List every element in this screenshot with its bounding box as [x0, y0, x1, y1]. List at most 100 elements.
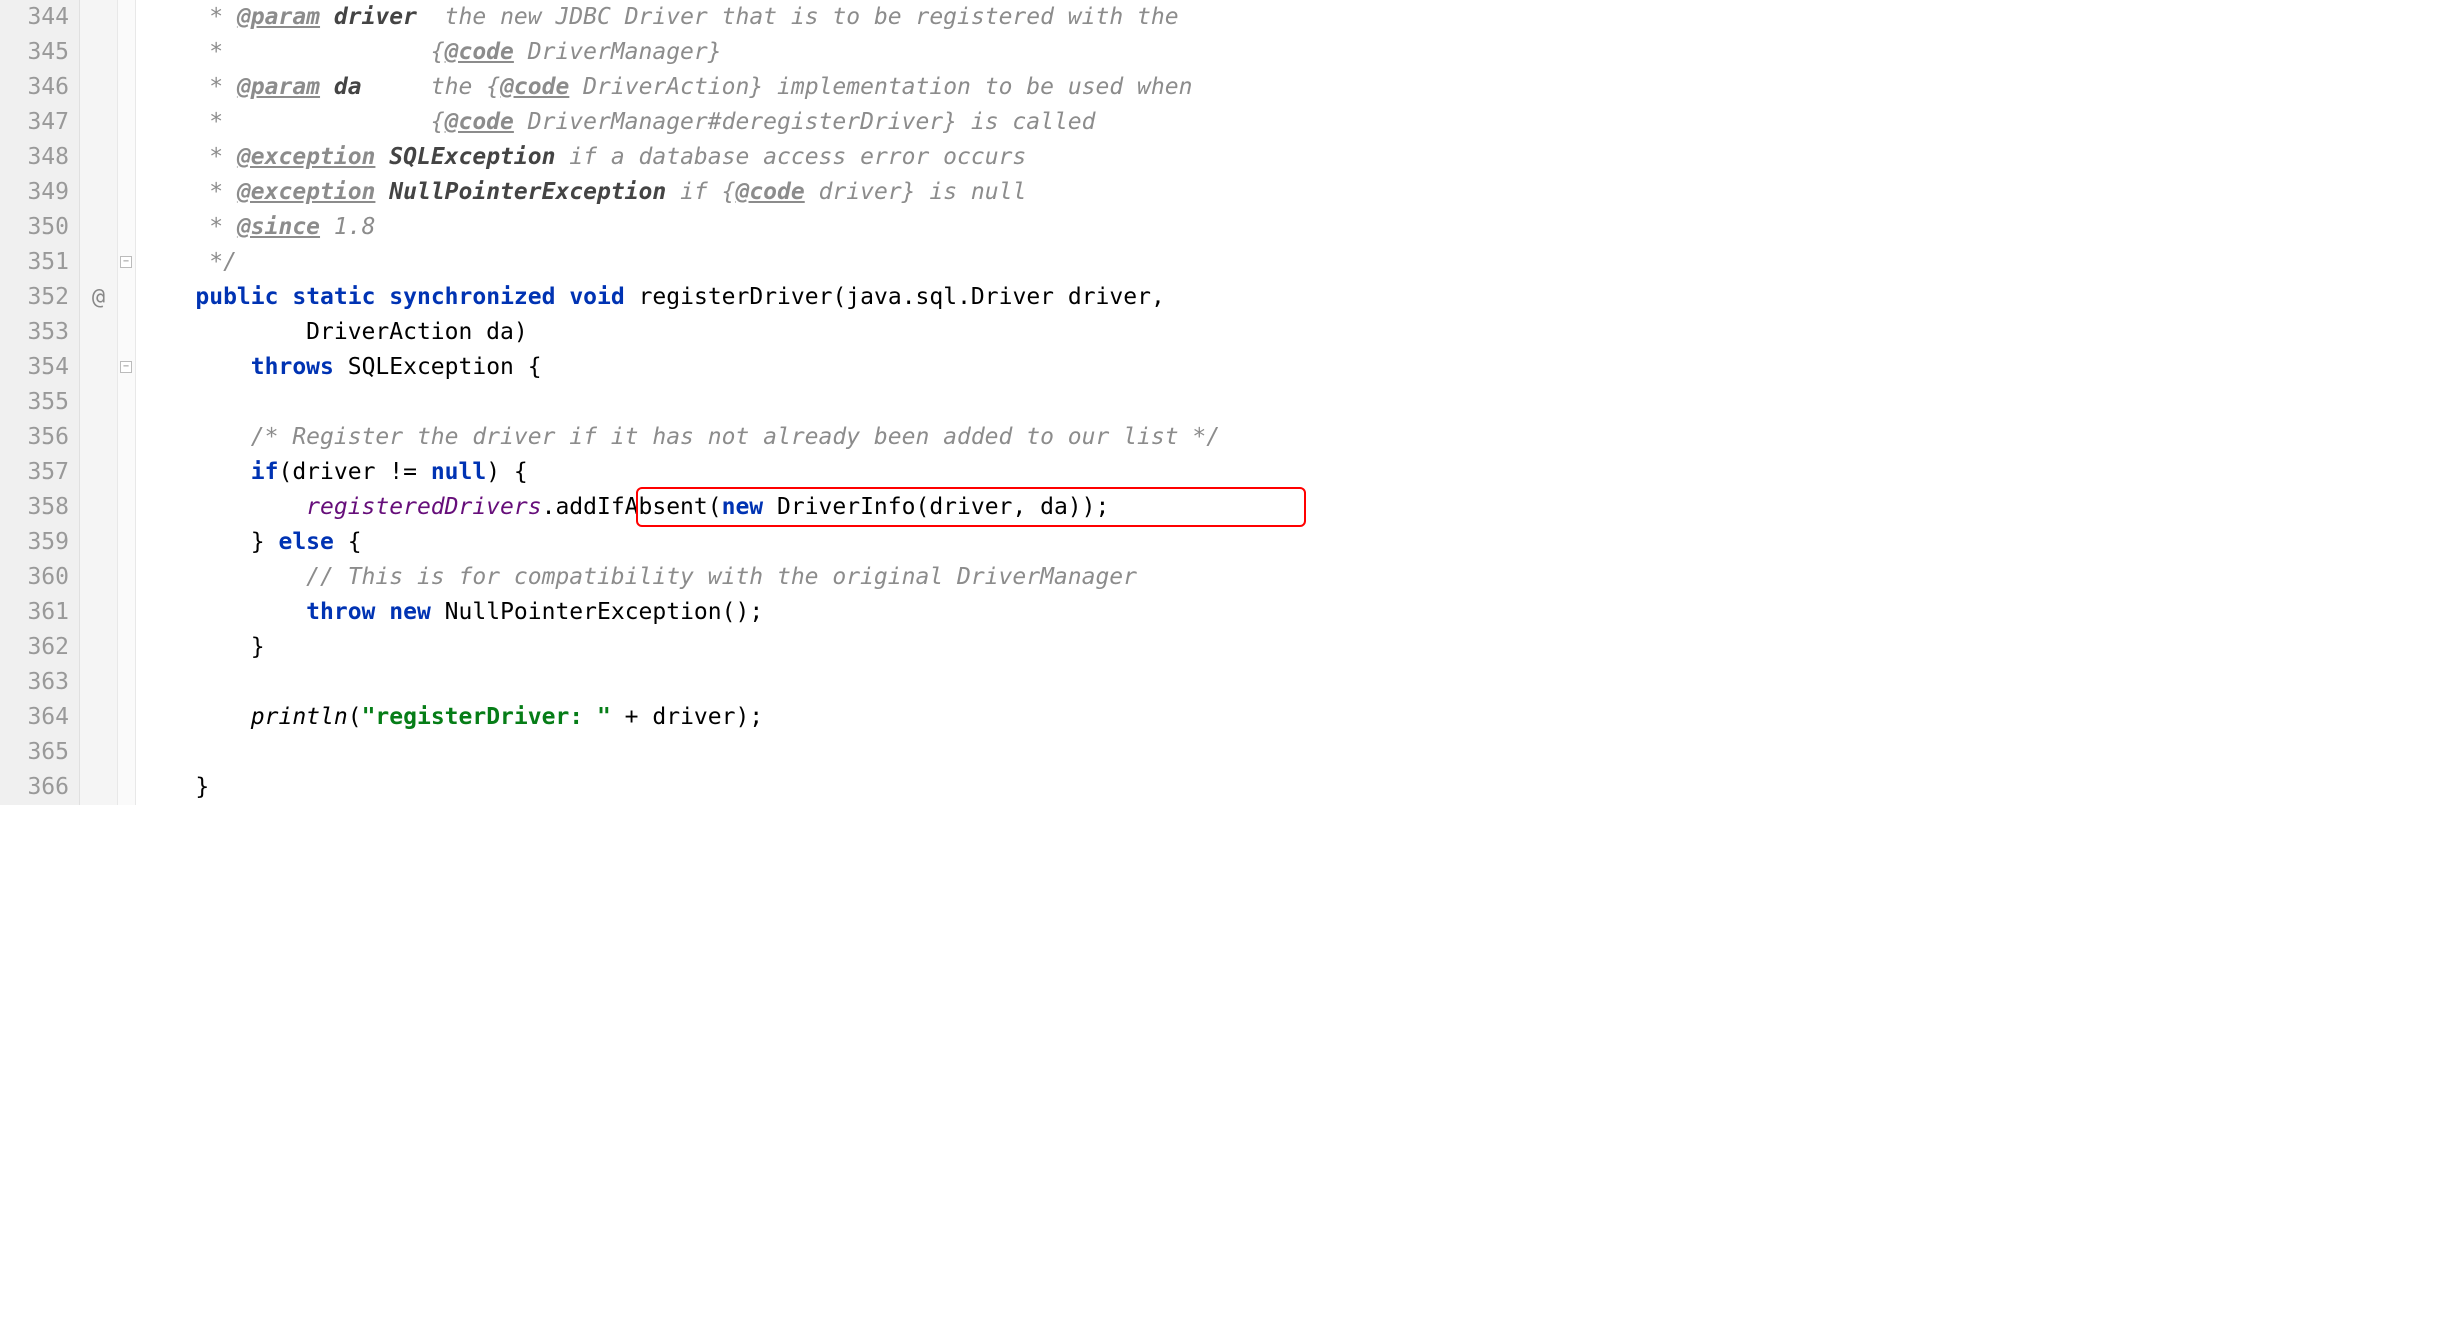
- line-number: 349: [6, 175, 69, 210]
- fold-cell: [118, 385, 135, 420]
- code-line[interactable]: }: [140, 630, 2458, 665]
- code-line[interactable]: }: [140, 770, 2458, 805]
- javadoc-code-tag: @code: [445, 39, 514, 65]
- javadoc-prefix: * {: [140, 39, 445, 65]
- code-line[interactable]: * @exception NullPointerException if {@c…: [140, 175, 2458, 210]
- fold-cell: [118, 70, 135, 105]
- line-number: 348: [6, 140, 69, 175]
- javadoc-param: da: [334, 74, 362, 100]
- fold-cell: [118, 315, 135, 350]
- javadoc-text: if a database access error occurs: [555, 144, 1026, 170]
- code-line[interactable]: DriverAction da): [140, 315, 2458, 350]
- override-annotation-icon[interactable]: @: [80, 280, 117, 315]
- keyword: throws: [251, 354, 334, 380]
- javadoc-text: DriverAction} implementation to be used …: [569, 74, 1192, 100]
- fold-cell: [118, 175, 135, 210]
- annotation-cell: [80, 420, 117, 455]
- code-line[interactable]: * @exception SQLException if a database …: [140, 140, 2458, 175]
- fold-cell: [118, 770, 135, 805]
- keyword: synchronized: [389, 284, 555, 310]
- annotation-cell: [80, 630, 117, 665]
- javadoc-tag: @param: [237, 4, 320, 30]
- fold-cell: [118, 595, 135, 630]
- code-line[interactable]: } else {: [140, 525, 2458, 560]
- javadoc-tag: @exception: [237, 144, 375, 170]
- fold-cell: [118, 280, 135, 315]
- fold-cell: [118, 560, 135, 595]
- code-line[interactable]: registeredDrivers.addIfAbsent(new Driver…: [140, 490, 2458, 525]
- keyword: new: [722, 494, 764, 520]
- parameters: (java.sql.Driver driver,: [832, 284, 1164, 310]
- line-number: 364: [6, 700, 69, 735]
- line-number: 345: [6, 35, 69, 70]
- fold-gutter: −−: [118, 0, 136, 805]
- line-number: 358: [6, 490, 69, 525]
- line-number: 362: [6, 630, 69, 665]
- line-number: 354: [6, 350, 69, 385]
- javadoc-prefix: *: [140, 4, 237, 30]
- javadoc-close: */: [140, 249, 237, 275]
- javadoc-tag: @param: [237, 74, 320, 100]
- keyword: throw: [306, 599, 375, 625]
- fold-cell: −: [118, 245, 135, 280]
- code-line[interactable]: // This is for compatibility with the or…: [140, 560, 2458, 595]
- line-number: 355: [6, 385, 69, 420]
- javadoc-text: DriverManager}: [514, 39, 722, 65]
- code-line[interactable]: if(driver != null) {: [140, 455, 2458, 490]
- code-line[interactable]: [140, 735, 2458, 770]
- javadoc-prefix: *: [140, 214, 237, 240]
- code-line[interactable]: * @since 1.8: [140, 210, 2458, 245]
- code-line[interactable]: * @param da the {@code DriverAction} imp…: [140, 70, 2458, 105]
- line-number: 351: [6, 245, 69, 280]
- annotation-cell: [80, 490, 117, 525]
- annotation-cell: [80, 735, 117, 770]
- annotation-cell: [80, 665, 117, 700]
- code-line[interactable]: * {@code DriverManager}: [140, 35, 2458, 70]
- javadoc-text: DriverManager#deregisterDriver} is calle…: [514, 109, 1096, 135]
- annotation-cell: [80, 210, 117, 245]
- fold-toggle-icon[interactable]: −: [120, 256, 132, 268]
- fold-cell: [118, 105, 135, 140]
- code-line[interactable]: println("registerDriver: " + driver);: [140, 700, 2458, 735]
- fold-toggle-icon[interactable]: −: [120, 361, 132, 373]
- fold-cell: [118, 140, 135, 175]
- code-line[interactable]: * @param driver the new JDBC Driver that…: [140, 0, 2458, 35]
- string-literal: "registerDriver: ": [362, 704, 611, 730]
- code-editor-area[interactable]: * @param driver the new JDBC Driver that…: [136, 0, 2458, 805]
- annotation-cell: [80, 70, 117, 105]
- code-line[interactable]: public static synchronized void register…: [140, 280, 2458, 315]
- code-line[interactable]: /* Register the driver if it has not alr…: [140, 420, 2458, 455]
- fold-cell: [118, 455, 135, 490]
- annotation-cell: [80, 0, 117, 35]
- fold-cell: [118, 420, 135, 455]
- code-line[interactable]: throws SQLException {: [140, 350, 2458, 385]
- annotation-cell: [80, 455, 117, 490]
- keyword: null: [431, 459, 486, 485]
- code-line[interactable]: throw new NullPointerException();: [140, 595, 2458, 630]
- line-number: 353: [6, 315, 69, 350]
- annotation-cell: [80, 560, 117, 595]
- annotation-cell: [80, 175, 117, 210]
- annotation-cell: [80, 140, 117, 175]
- field-reference: registeredDrivers: [306, 494, 541, 520]
- annotation-cell: [80, 385, 117, 420]
- throws-clause: SQLException {: [334, 354, 542, 380]
- line-number: 365: [6, 735, 69, 770]
- javadoc-param: NullPointerException: [389, 179, 666, 205]
- code-line[interactable]: [140, 385, 2458, 420]
- code-line[interactable]: */: [140, 245, 2458, 280]
- line-number: 366: [6, 770, 69, 805]
- fold-cell: [118, 35, 135, 70]
- annotation-cell: [80, 525, 117, 560]
- keyword: new: [389, 599, 431, 625]
- fold-cell: [118, 665, 135, 700]
- annotation-cell: [80, 700, 117, 735]
- parameters-cont: DriverAction da): [140, 319, 528, 345]
- fold-cell: [118, 700, 135, 735]
- method-call: addIfAbsent(: [555, 494, 721, 520]
- javadoc-text: the {: [362, 74, 500, 100]
- code-line[interactable]: [140, 665, 2458, 700]
- code-line[interactable]: * {@code DriverManager#deregisterDriver}…: [140, 105, 2458, 140]
- keyword: else: [278, 529, 333, 555]
- javadoc-tag: @exception: [237, 179, 375, 205]
